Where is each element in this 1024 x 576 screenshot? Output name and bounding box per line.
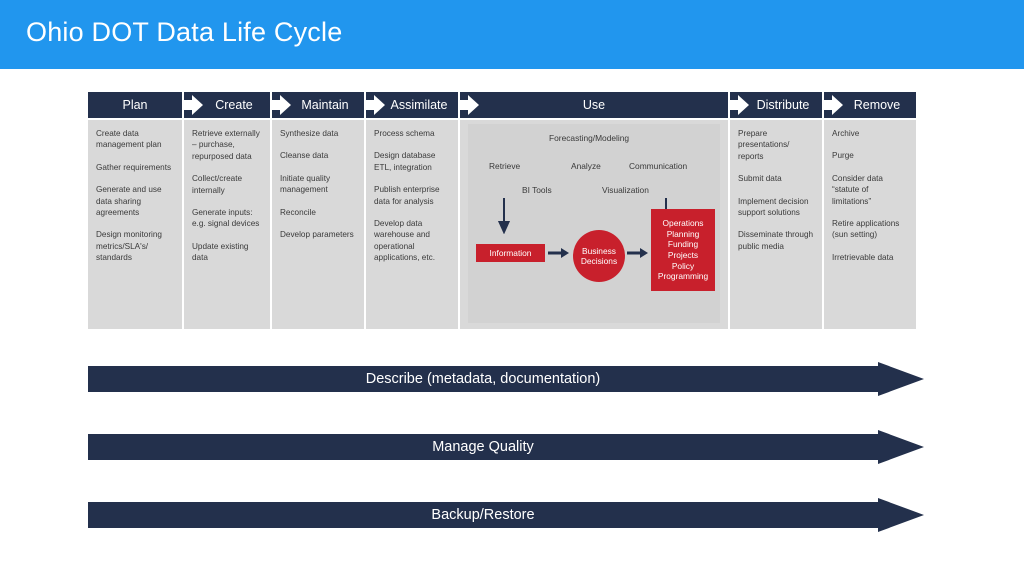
data-life-cycle-board: Plan Create data management plan Gather … (88, 92, 923, 329)
stage-label-distribute: Distribute (756, 98, 810, 112)
stage-header-distribute: Distribute (730, 92, 822, 118)
stage-header-plan: Plan (88, 92, 182, 118)
stage-label-create: Create (215, 98, 253, 112)
use-label-retrieve: Retrieve (489, 161, 521, 171)
stage-body-remove: Archive Purge Consider data “statute of … (824, 120, 916, 329)
outcomes-box: Operations Planning Funding Projects Pol… (651, 209, 715, 291)
information-box: Information (476, 244, 545, 262)
stage-header-remove: Remove (824, 92, 916, 118)
use-label-analyze: Analyze (571, 161, 601, 171)
stage-item: Update existing data (192, 241, 249, 263)
outcome-item: Operations (662, 218, 704, 229)
business-decisions-line1: Business (582, 245, 616, 256)
stage-item: Reconcile (280, 207, 316, 217)
banner-manage-quality[interactable]: Manage Quality (88, 430, 924, 464)
stage-item: Irretrievable data (832, 252, 894, 262)
stage-item: Synthesize data (280, 129, 339, 138)
outcome-item: Projects (667, 250, 699, 260)
down-arrow-left-icon (498, 198, 510, 234)
stage-column-use[interactable]: Use Forecasting/Modeling Retrieve Analyz… (460, 92, 728, 329)
stage-item: Generate and use data sharing agreements (96, 185, 162, 218)
title-bar: Ohio DOT Data Life Cycle (0, 0, 1024, 69)
stage-label-plan: Plan (122, 98, 148, 112)
stage-item: Publish enterprise data for analysis (374, 185, 440, 206)
stage-column-distribute[interactable]: Distribute Prepare presentations/ report… (730, 92, 822, 329)
stage-item: Prepare presentations/ reports (738, 129, 790, 161)
stage-item: Disseminate through public media (738, 230, 814, 251)
stage-column-maintain[interactable]: Maintain Synthesize data Cleanse data In… (272, 92, 364, 329)
banner-arrow-shape-icon (88, 362, 924, 396)
banner-backup-restore[interactable]: Backup/Restore (88, 498, 924, 532)
stage-body-create: Retrieve externally – purchase, repurpos… (184, 120, 270, 329)
business-decisions-line2: Decisions (580, 256, 618, 266)
stage-body-distribute: Prepare presentations/ reports Submit da… (730, 120, 822, 329)
stage-label-maintain: Maintain (301, 98, 349, 112)
stage-header-create: Create (184, 92, 270, 118)
page-title: Ohio DOT Data Life Cycle (26, 17, 343, 47)
stage-item: Initiate quality management (280, 173, 331, 195)
stage-body-use: Forecasting/Modeling Retrieve Analyze Co… (460, 120, 728, 329)
flow-arrow-1-icon (548, 248, 569, 258)
stage-item: Consider data “statute of limitations” (832, 173, 883, 206)
stage-item: Archive (832, 129, 860, 138)
stage-item: Gather requirements (96, 162, 172, 172)
use-label-forecasting: Forecasting/Modeling (549, 133, 630, 143)
stage-item: Retire applications (sun setting) (832, 219, 900, 240)
stage-item: Submit data (738, 174, 782, 184)
stage-item: Retrieve externally – purchase, repurpos… (192, 129, 260, 161)
use-diagram: Forecasting/Modeling Retrieve Analyze Co… (468, 124, 720, 323)
stage-header-maintain: Maintain (272, 92, 364, 118)
stage-item: Implement decision support solutions (738, 196, 809, 218)
stage-item: Generate inputs: e.g. signal devices (192, 208, 260, 229)
stage-header-assimilate: Assimilate (366, 92, 458, 118)
stage-label-assimilate: Assimilate (390, 98, 448, 112)
use-label-bi-tools: BI Tools (522, 185, 552, 195)
banner-arrow-shape-icon (88, 430, 924, 464)
stage-column-remove[interactable]: Remove Archive Purge Consider data “stat… (824, 92, 916, 329)
stage-column-assimilate[interactable]: Assimilate Process schema Design databas… (366, 92, 458, 329)
use-label-communication: Communication (629, 161, 688, 171)
stage-column-create[interactable]: Create Retrieve externally – purchase, r… (184, 92, 270, 329)
outcome-item: Programming (657, 271, 709, 282)
stage-item: Develop data warehouse and operational a… (374, 219, 435, 263)
business-decisions-circle: Business Decisions (573, 230, 625, 282)
stage-item: Collect/create internally (192, 174, 243, 195)
stage-label-use: Use (582, 98, 606, 112)
stage-label-remove: Remove (853, 98, 901, 112)
stage-item: Develop parameters (280, 230, 354, 240)
banner-describe[interactable]: Describe (metadata, documentation) (88, 362, 924, 396)
flow-arrow-2-icon (627, 248, 648, 258)
stage-body-maintain: Synthesize data Cleanse data Initiate qu… (272, 120, 364, 329)
outcome-item: Funding (667, 239, 699, 250)
stage-item: Create data management plan (96, 129, 162, 150)
stage-item: Purge (832, 151, 854, 161)
stage-item: Design monitoring metrics/SLA's/ standar… (96, 230, 162, 263)
banner-arrow-shape-icon (88, 498, 924, 532)
stage-item: Process schema (374, 129, 435, 138)
outcome-item: Policy (671, 260, 695, 271)
stage-item: Design database ETL, integration (374, 151, 436, 172)
use-label-visualization: Visualization (602, 185, 649, 195)
stage-item: Cleanse data (280, 151, 329, 161)
stage-body-plan: Create data management plan Gather requi… (88, 120, 182, 329)
stage-body-assimilate: Process schema Design database ETL, inte… (366, 120, 458, 329)
stage-header-use: Use (460, 92, 728, 118)
stage-column-plan[interactable]: Plan Create data management plan Gather … (88, 92, 182, 329)
outcome-item: Planning (666, 228, 700, 239)
